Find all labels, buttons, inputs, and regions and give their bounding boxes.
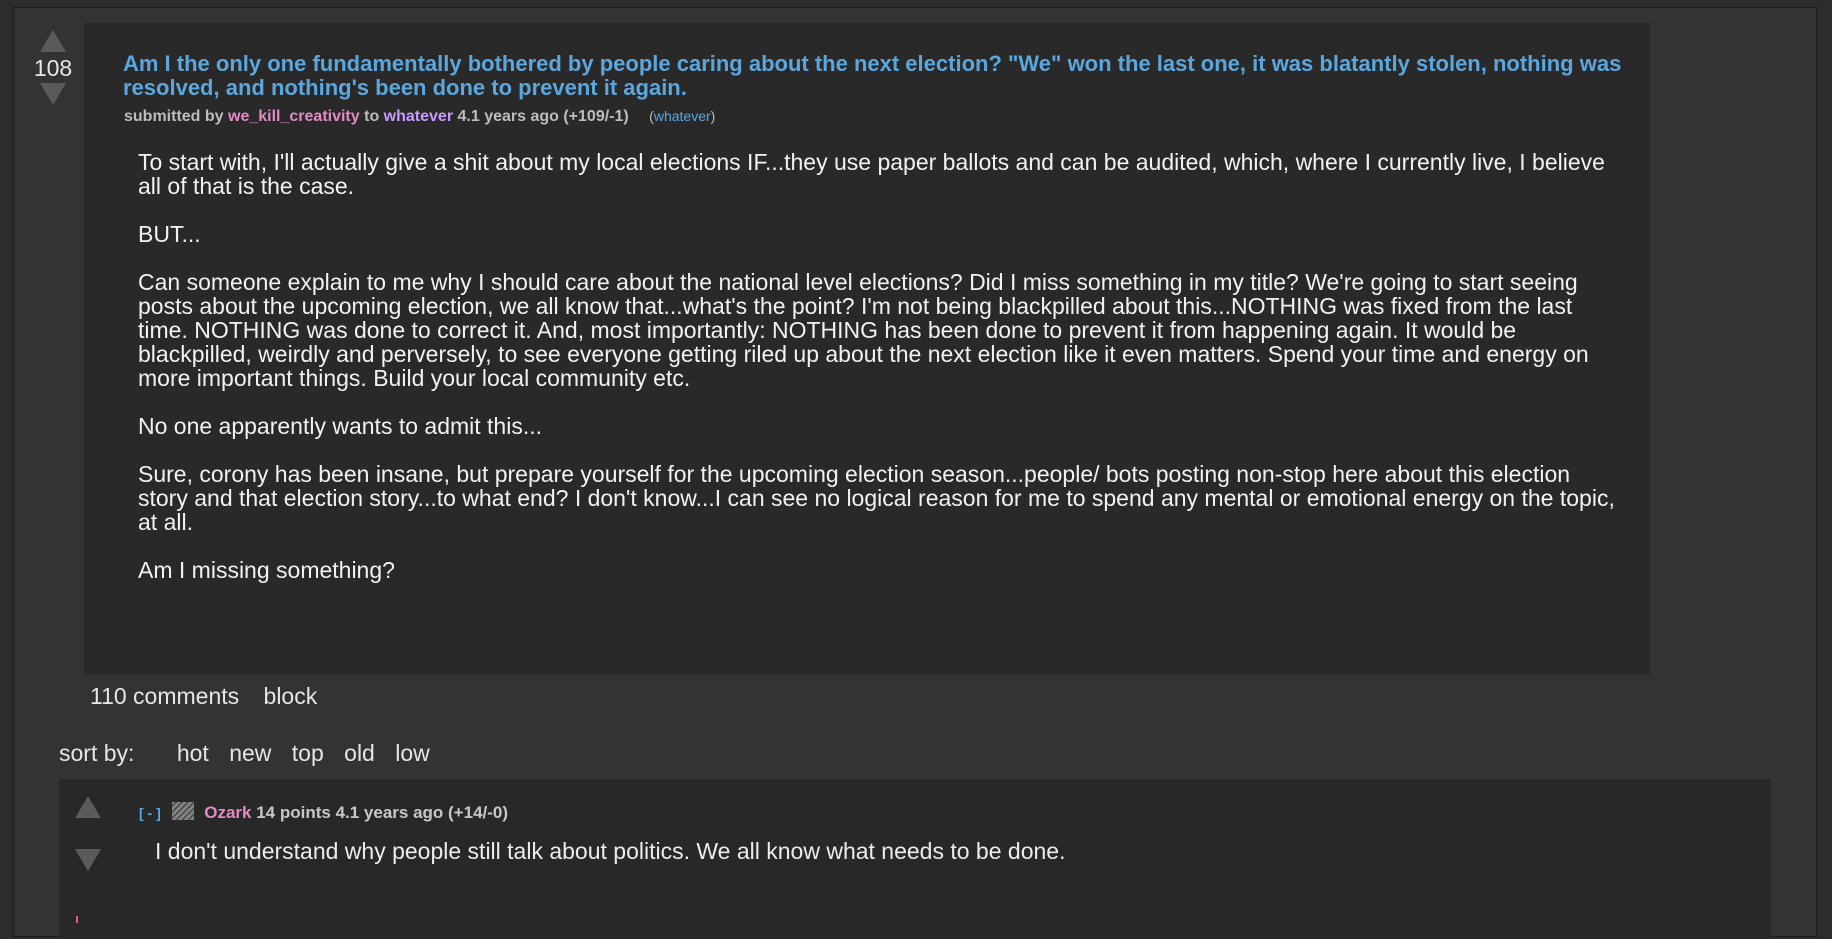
upvote-arrow-icon[interactable] [40, 30, 66, 52]
post-flair: (whatever) [649, 108, 715, 124]
child-comment-indicator [76, 916, 78, 923]
post-author-link[interactable]: we_kill_creativity [228, 108, 360, 125]
avatar [171, 802, 194, 820]
post-vote-column: 108 [28, 30, 78, 105]
collapse-toggle[interactable]: [ - ] [139, 805, 161, 821]
post-body: To start with, I'll actually give a shit… [138, 150, 1618, 606]
post-paragraph: To start with, I'll actually give a shit… [138, 149, 1605, 199]
sort-label: sort by: [59, 740, 135, 766]
to-label: to [364, 108, 380, 125]
comment-author-link[interactable]: Ozark [204, 803, 251, 822]
sort-option-low[interactable]: low [395, 740, 430, 766]
comment-downvote-arrow-icon[interactable] [75, 849, 101, 871]
flair-close-paren: ) [710, 108, 716, 124]
sort-bar: sort by: hot new top old low [59, 740, 444, 767]
sort-option-old[interactable]: old [344, 740, 375, 766]
sort-option-new[interactable]: new [229, 740, 271, 766]
post-paragraph: Sure, corony has been insane, but prepar… [138, 461, 1615, 535]
post-actions: 110 comments block [90, 683, 335, 710]
post-tagline: submitted by we_kill_creativity to whate… [124, 108, 715, 126]
post-score: 108 [33, 55, 73, 81]
post-paragraph: Can someone explain to me why I should c… [138, 269, 1589, 391]
submitted-by-label: submitted by [124, 108, 224, 125]
comment-upvote-arrow-icon[interactable] [75, 796, 101, 818]
post-title-link[interactable]: Am I the only one fundamentally bothered… [123, 52, 1623, 100]
sort-option-hot[interactable]: hot [177, 740, 209, 766]
flair-link[interactable]: whatever [654, 108, 711, 124]
comment-upvote [75, 796, 101, 818]
sort-option-top[interactable]: top [292, 740, 324, 766]
comment-downvote [75, 849, 101, 871]
comments-link[interactable]: 110 comments [90, 683, 239, 709]
block-link[interactable]: block [264, 683, 318, 709]
comment-points-age: 14 points 4.1 years ago (+14/-0) [256, 803, 509, 822]
downvote-arrow-icon[interactable] [40, 83, 66, 105]
post-paragraph: Am I missing something? [138, 557, 395, 583]
post-paragraph: No one apparently wants to admit this... [138, 413, 542, 439]
comment-meta: [ - ] Ozark 14 points 4.1 years ago (+14… [139, 802, 508, 823]
comment-text: I don't understand why people still talk… [155, 838, 1066, 864]
community-link[interactable]: whatever [384, 108, 453, 125]
post-age-votes: 4.1 years ago (+109/-1) [457, 108, 629, 125]
post-paragraph: BUT... [138, 221, 201, 247]
